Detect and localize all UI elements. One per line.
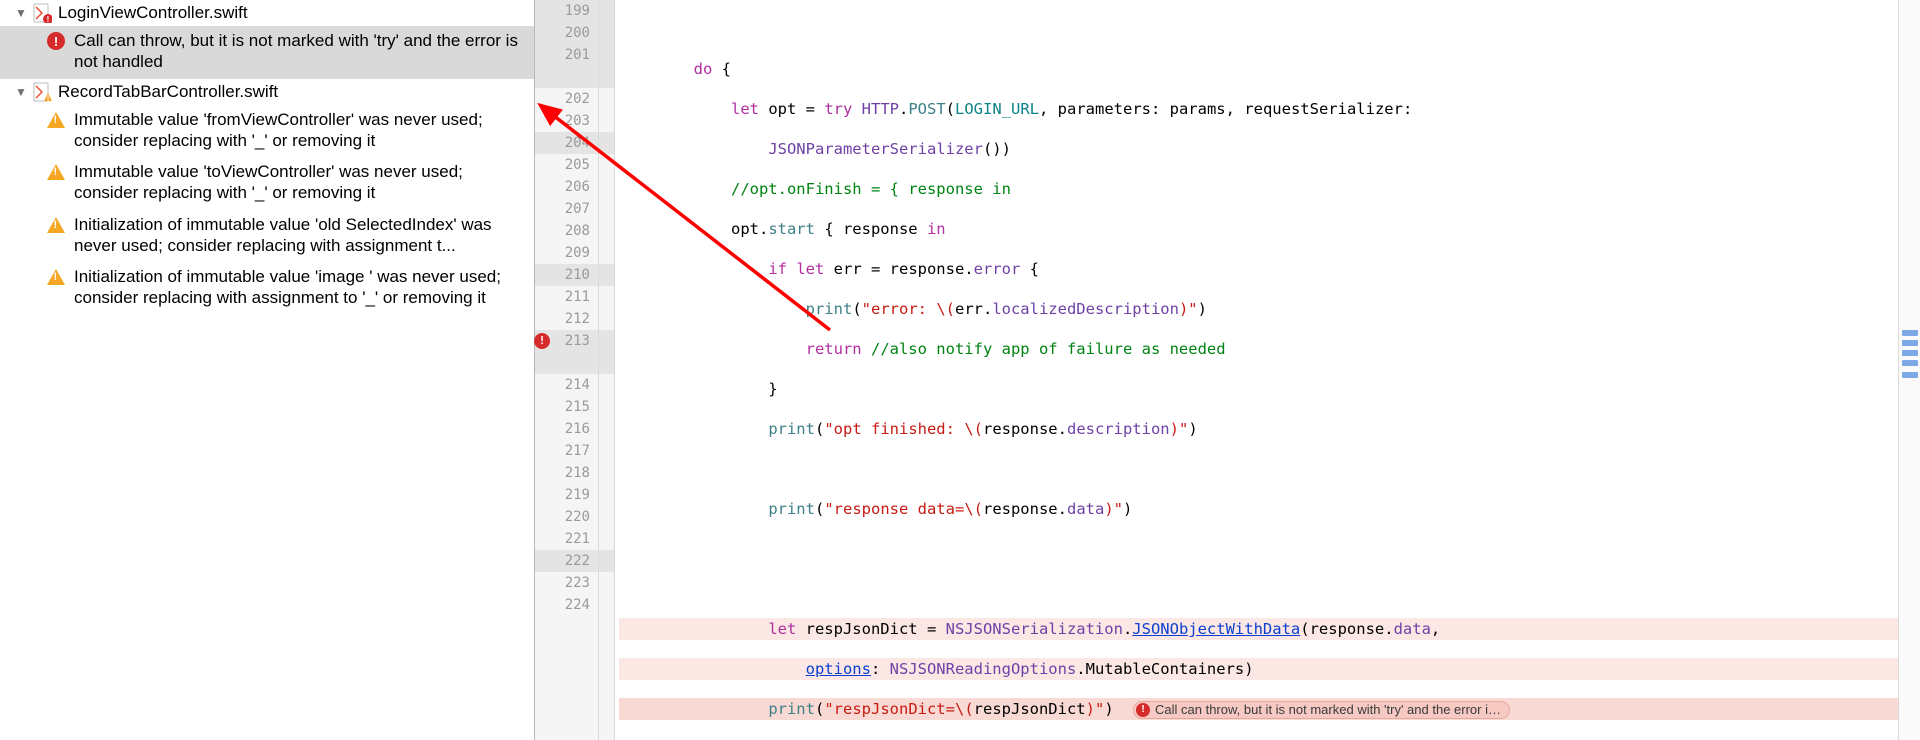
gutter-line[interactable]: 223 (535, 572, 598, 594)
prop-data: data (1394, 620, 1431, 638)
file-name: LoginViewController.swift (58, 3, 248, 23)
fn-print: print (768, 700, 815, 718)
inline-error-text: Call can throw, but it is not marked wit… (1155, 699, 1501, 721)
gutter-line[interactable]: 212 (535, 308, 598, 330)
gutter-line[interactable]: 215 (535, 396, 598, 418)
warning-icon (46, 267, 66, 287)
swift-file-warning-icon: ! (32, 82, 52, 102)
gutter-line[interactable]: 213 (535, 330, 598, 352)
gutter-line[interactable]: 204 (535, 132, 598, 154)
code-area[interactable]: do { let opt = try HTTP.POST(LOGIN_URL, … (615, 0, 1898, 740)
type-readopts: NSJSONReadingOptions (890, 660, 1077, 678)
prop-locdesc: localizedDescription (992, 300, 1179, 318)
gutter-line[interactable]: 208 (535, 220, 598, 242)
gutter-line[interactable]: 224 (535, 594, 598, 616)
disclosure-icon[interactable]: ▼ (14, 85, 28, 99)
kw-let: let (768, 620, 796, 638)
kw-do: do (694, 60, 713, 78)
issue-text: Call can throw, but it is not marked wit… (74, 30, 524, 73)
code-editor[interactable]: 1992002012022032042052062072082092102112… (535, 0, 1920, 740)
gutter-line[interactable]: 200 (535, 22, 598, 44)
gutter-line[interactable]: 214 (535, 374, 598, 396)
issue-text: Immutable value 'toViewController' was n… (74, 161, 524, 204)
minimap-mark[interactable] (1902, 372, 1918, 378)
comment: //opt.onFinish = { response in (731, 180, 1011, 198)
issue-row[interactable]: Initialization of immutable value 'image… (0, 262, 534, 315)
issue-row[interactable]: Immutable value 'toViewController' was n… (0, 157, 534, 210)
issue-text: Initialization of immutable value 'old S… (74, 214, 524, 257)
issue-text: Initialization of immutable value 'image… (74, 266, 524, 309)
fn-print: print (806, 300, 853, 318)
gutter-line[interactable]: 207 (535, 198, 598, 220)
minimap-mark[interactable] (1902, 330, 1918, 336)
comment: //also notify app of failure as needed (871, 340, 1226, 358)
file-header-login[interactable]: ▼ ! LoginViewController.swift (0, 0, 534, 26)
type-nsjson: NSJSONSerialization (946, 620, 1123, 638)
fn-print: print (768, 420, 815, 438)
kw-let: let (796, 260, 824, 278)
gutter-line[interactable]: 211 (535, 286, 598, 308)
gutter-line[interactable]: 216 (535, 418, 598, 440)
kw-return: return (806, 340, 862, 358)
gutter-line[interactable]: 221 (535, 528, 598, 550)
gutter-line[interactable]: 220 (535, 506, 598, 528)
fn-print: print (768, 500, 815, 518)
gutter-line[interactable]: 222 (535, 550, 598, 572)
issue-text: Immutable value 'fromViewController' was… (74, 109, 524, 152)
type-serializer: JSONParameterSerializer (768, 140, 983, 158)
ident-login-url: LOGIN_URL (955, 100, 1039, 118)
gutter-line[interactable]: 210 (535, 264, 598, 286)
file-group: ▼ ! RecordTabBarController.swift Immutab… (0, 79, 534, 315)
fn-jsonobj[interactable]: JSONObjectWithData (1132, 620, 1300, 638)
file-header-record[interactable]: ▼ ! RecordTabBarController.swift (0, 79, 534, 105)
gutter-error-badge[interactable] (534, 333, 550, 349)
kw-let: let (731, 100, 759, 118)
warning-icon (46, 162, 66, 182)
gutter-line[interactable]: 201 (535, 44, 598, 66)
minimap-mark[interactable] (1902, 360, 1918, 366)
fold-gutter[interactable] (599, 0, 615, 740)
gutter-line[interactable]: 217 (535, 440, 598, 462)
error-icon (46, 31, 66, 51)
fn-start: start (768, 220, 815, 238)
gutter-line[interactable]: 209 (535, 242, 598, 264)
minimap-mark[interactable] (1902, 340, 1918, 346)
disclosure-icon[interactable]: ▼ (14, 6, 28, 20)
gutter-line[interactable]: 205 (535, 154, 598, 176)
kw-in: in (927, 220, 946, 238)
svg-text:!: ! (47, 15, 50, 23)
issue-row[interactable]: Immutable value 'fromViewController' was… (0, 105, 534, 158)
gutter-line[interactable]: 218 (535, 462, 598, 484)
prop-desc: description (1067, 420, 1170, 438)
gutter-line[interactable]: 199 (535, 0, 598, 22)
issues-sidebar: ▼ ! LoginViewController.swift Call can t… (0, 0, 535, 740)
line-gutter[interactable]: 1992002012022032042052062072082092102112… (535, 0, 599, 740)
kw-try: try (824, 100, 852, 118)
svg-text:!: ! (47, 95, 49, 102)
fn-post: POST (908, 100, 945, 118)
file-name: RecordTabBarController.swift (58, 82, 278, 102)
type-http: HTTP (862, 100, 899, 118)
error-icon (1136, 703, 1150, 717)
gutter-line[interactable]: 219 (535, 484, 598, 506)
issue-row[interactable]: Initialization of immutable value 'old S… (0, 210, 534, 263)
swift-file-error-icon: ! (32, 3, 52, 23)
file-group: ▼ ! LoginViewController.swift Call can t… (0, 0, 534, 79)
param-options[interactable]: options (806, 660, 871, 678)
gutter-line[interactable]: 203 (535, 110, 598, 132)
issue-row[interactable]: Call can throw, but it is not marked wit… (0, 26, 534, 79)
kw-if: if (768, 260, 787, 278)
minimap-mark[interactable] (1902, 350, 1918, 356)
gutter-line[interactable]: 206 (535, 176, 598, 198)
scroll-minimap[interactable] (1898, 0, 1920, 740)
prop-data: data (1067, 500, 1104, 518)
warning-icon (46, 215, 66, 235)
gutter-line[interactable]: 202 (535, 88, 598, 110)
warning-icon (46, 110, 66, 130)
inline-error-badge[interactable]: Call can throw, but it is not marked wit… (1133, 701, 1510, 719)
